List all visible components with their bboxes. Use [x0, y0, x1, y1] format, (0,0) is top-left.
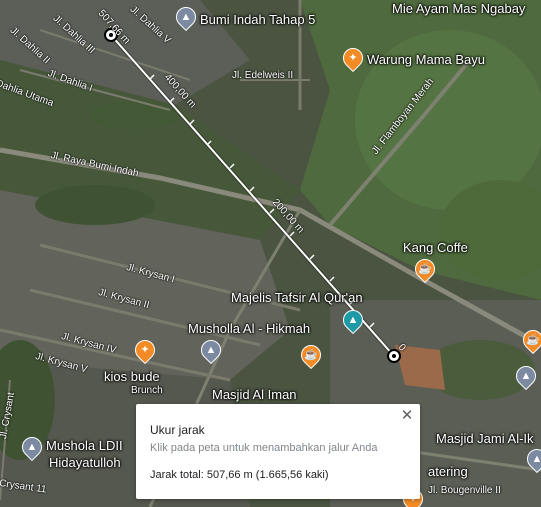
- place-label[interactable]: Masjid Al Iman: [212, 387, 297, 402]
- road-label: Jl. Edelweis II: [232, 70, 294, 81]
- place-label[interactable]: Majelis Tafsir Al Qur'an: [231, 290, 363, 305]
- close-icon[interactable]: ✕: [398, 407, 416, 425]
- satellite-map[interactable]: 507,66 m 400,00 m 200,00 m 0 Jl. Dahlia …: [0, 0, 541, 507]
- place-label[interactable]: atering: [428, 464, 468, 479]
- total-distance: Jarak total: 507,66 m (1.665,56 kaki): [150, 469, 329, 481]
- place-label[interactable]: Brunch: [131, 385, 163, 396]
- panel-hint: Klik pada peta untuk menambahkan jalur A…: [150, 442, 378, 454]
- place-label[interactable]: Warung Mama Bayu: [367, 52, 485, 67]
- place-label[interactable]: Musholla Al - Hikmah: [188, 321, 310, 336]
- measure-distance-panel: Ukur jarak Klik pada peta untuk menambah…: [136, 404, 420, 499]
- place-label[interactable]: Kang Coffe: [403, 240, 468, 255]
- place-label[interactable]: Mushola LDII: [46, 438, 123, 453]
- place-label[interactable]: Mie Ayam Mas Ngabay: [392, 1, 525, 16]
- place-label[interactable]: Bumi Indah Tahap 5: [200, 12, 315, 27]
- place-label[interactable]: Masjid Jami Al-Ik: [436, 431, 534, 446]
- panel-title: Ukur jarak: [150, 423, 205, 437]
- place-label[interactable]: kios bude: [104, 369, 160, 384]
- road-label: Jl. Bougenville II: [428, 485, 501, 496]
- place-label[interactable]: Hidayatulloh: [49, 455, 121, 470]
